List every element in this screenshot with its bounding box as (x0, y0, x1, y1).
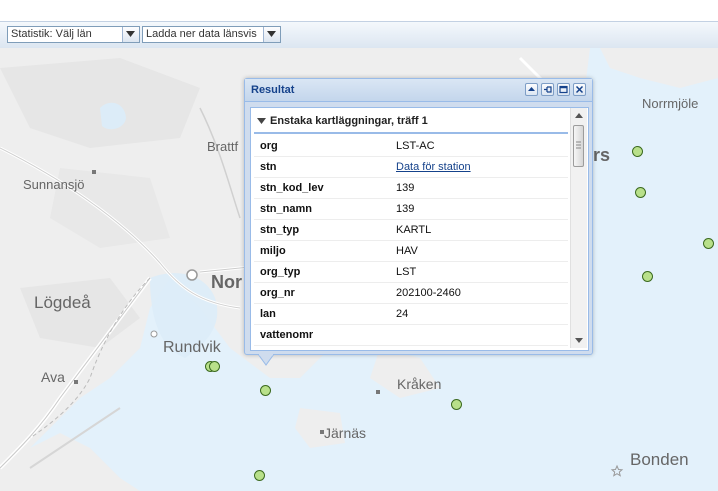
group-title: Enstaka kartläggningar, träff 1 (270, 115, 428, 127)
statistik-select[interactable]: Statistik: Välj län (7, 26, 140, 43)
table-row: stn Data för station (254, 157, 568, 178)
station-marker[interactable] (642, 271, 653, 282)
popup-body[interactable]: Enstaka kartläggningar, träff 1 org LST-… (250, 107, 589, 351)
place-label-kraken: Kråken (397, 376, 442, 392)
scrollbar-thumb[interactable] (573, 125, 584, 167)
attribute-key: org_typ (260, 266, 301, 278)
place-marker (376, 390, 380, 394)
scroll-down-icon[interactable] (575, 338, 583, 343)
attribute-key: stn_namn (260, 203, 312, 215)
place-label-bonden: Bonden (630, 450, 689, 469)
attribute-key: stn_kod_lev (260, 182, 324, 194)
place-label-nor: Nor (211, 272, 242, 292)
place-label-jarnas: Järnäs (324, 425, 367, 441)
place-label-normjole: Norrmjöle (642, 96, 699, 111)
table-row: vattenomr (254, 325, 568, 346)
place-label-brattf: Brattf (207, 139, 239, 154)
table-row: org_typ LST (254, 262, 568, 283)
station-marker[interactable] (635, 187, 646, 198)
close-icon[interactable] (573, 83, 586, 96)
attribute-key: lan (260, 308, 276, 320)
attribute-value: 24 (396, 308, 409, 320)
vertical-scrollbar[interactable] (570, 108, 587, 348)
attribute-value: LST-AC (396, 140, 435, 152)
attribute-value: KARTL (396, 224, 432, 236)
expand-triangle-icon[interactable] (257, 118, 266, 124)
group-header[interactable]: Enstaka kartläggningar, träff 1 (254, 112, 568, 134)
table-row: org LST-AC (254, 136, 568, 157)
place-label-rundvik: Rundvik (163, 339, 221, 356)
result-popup[interactable]: Resultat Enstaka kartläggningar, träff 1… (244, 78, 593, 355)
table-row: lan 24 (254, 304, 568, 325)
attribute-value: HAV (396, 245, 418, 257)
attribute-key: stn (260, 161, 277, 173)
ladda-ner-select[interactable]: Ladda ner data länsvis (142, 26, 281, 43)
attribute-value: 139 (396, 203, 415, 215)
place-label-rs: rs (593, 145, 611, 165)
station-marker[interactable] (209, 361, 220, 372)
attribute-value: LST (396, 266, 417, 278)
chevron-down-icon[interactable] (263, 27, 280, 42)
place-label-logdea: Lögdeå (34, 293, 91, 312)
attribute-key: org (260, 140, 278, 152)
table-row: stn_kod_lev 139 (254, 178, 568, 199)
station-marker[interactable] (703, 238, 714, 249)
attribute-value: 139 (396, 182, 415, 194)
popup-title: Resultat (251, 84, 295, 96)
table-row: org_nr 202100-2460 (254, 283, 568, 304)
chevron-down-icon[interactable] (122, 27, 139, 42)
station-data-link[interactable]: Data för station (396, 161, 471, 173)
place-marker (92, 170, 96, 174)
top-strip (0, 0, 718, 21)
attribute-key: org_nr (260, 287, 295, 299)
attribute-key: miljo (260, 245, 286, 257)
ladda-ner-select-value: Ladda ner data länsvis (146, 28, 257, 40)
statistik-select-value: Statistik: Välj län (11, 28, 92, 40)
station-marker[interactable] (260, 385, 271, 396)
table-row: stn_typ KARTL (254, 220, 568, 241)
attribute-key: vattenomr (260, 329, 314, 341)
attribute-table: org LST-AC stn Data för station stn_kod_… (254, 136, 568, 346)
collapse-up-icon[interactable] (525, 83, 538, 96)
table-row: miljo HAV (254, 241, 568, 262)
station-marker[interactable] (451, 399, 462, 410)
toolbar: Statistik: Välj län Ladda ner data länsv… (0, 21, 718, 49)
place-label-ava: Ava (41, 369, 65, 385)
maximize-icon[interactable] (557, 83, 570, 96)
table-row: stn_namn 139 (254, 199, 568, 220)
attribute-value: 202100-2460 (396, 287, 461, 299)
station-marker[interactable] (632, 146, 643, 157)
station-marker[interactable] (254, 470, 265, 481)
place-marker (74, 380, 78, 384)
popup-header[interactable]: Resultat (245, 79, 592, 102)
popup-anchor-pointer (258, 354, 274, 366)
pin-icon[interactable] (541, 83, 554, 96)
place-label-sunnansjo: Sunnansjö (23, 177, 85, 192)
scroll-up-icon[interactable] (575, 113, 583, 118)
attribute-key: stn_typ (260, 224, 300, 236)
